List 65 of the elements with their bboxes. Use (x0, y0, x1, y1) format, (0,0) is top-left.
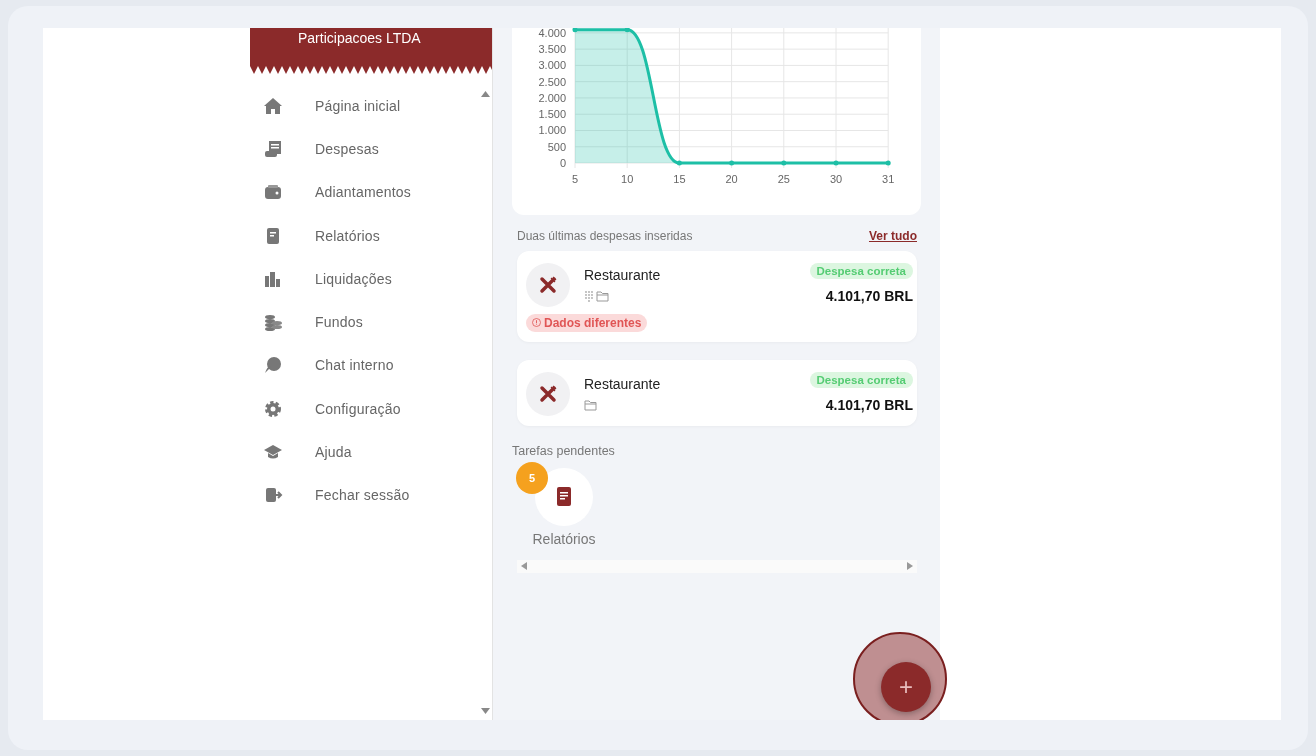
expense-name: Restaurante (584, 267, 662, 283)
view-all-link[interactable]: Ver tudo (869, 229, 917, 243)
y-axis-label: 3.500 (538, 43, 566, 56)
scroll-left-icon (521, 562, 527, 570)
y-axis-label: 1.500 (538, 108, 566, 121)
y-axis-label: 0 (559, 157, 566, 169)
x-axis-label: 25 (777, 173, 790, 185)
document-icon (557, 487, 571, 506)
data-point (781, 160, 787, 166)
nav-item[interactable]: Fechar sessão (250, 473, 492, 517)
x-axis-label: 5 (571, 173, 579, 185)
folder-icon (596, 290, 609, 302)
x-axis-label: 15 (673, 173, 686, 185)
y-axis-label: 500 (547, 140, 566, 153)
chat-icon (263, 355, 283, 376)
warning-badge: Dados diferentes (526, 313, 648, 332)
expense-amount: 4.101,70 BRL (825, 396, 913, 413)
task-label: Relatórios (532, 530, 596, 547)
receipt-icon (263, 138, 283, 159)
nav-item[interactable]: Despesas (250, 127, 492, 171)
data-point (885, 160, 891, 166)
coins-icon (263, 312, 283, 333)
cutlery-icon (526, 371, 570, 416)
folder-icon (584, 398, 597, 411)
data-point (729, 160, 735, 166)
nav-item[interactable]: Liquidações (250, 257, 492, 301)
y-axis-label: 1.000 (538, 124, 566, 137)
y-axis-label: 4.000 (538, 28, 566, 39)
settings-icon (263, 398, 283, 419)
section-title: Duas últimas despesas inseridas (517, 229, 693, 243)
x-axis-label: 30 (829, 173, 843, 185)
scroll-down-icon (481, 708, 490, 714)
x-axis-label: 10 (621, 173, 634, 185)
add-button[interactable]: + (881, 662, 931, 712)
nav-item[interactable]: Chat interno (250, 343, 492, 388)
nav-item[interactable]: Fundos (250, 300, 492, 344)
status-badge: Despesa correta (809, 371, 913, 388)
expense-card[interactable]: Restaurante Despesa correta 4.101,70 BRL (517, 359, 917, 426)
home-icon (263, 95, 283, 116)
data-point (833, 160, 839, 166)
horizontal-scrollbar[interactable] (517, 559, 917, 573)
company-name: Participacoes LTDA (298, 30, 421, 46)
scroll-up-icon (481, 91, 490, 97)
y-axis-label: 2.500 (538, 75, 566, 88)
expense-name: Restaurante (584, 375, 662, 392)
scroll-right-icon (907, 562, 913, 570)
count-badge: 5 (516, 461, 548, 494)
nav-item[interactable]: Adiantamentos (250, 170, 492, 214)
x-axis-label: 20 (725, 173, 738, 185)
data-point (624, 28, 630, 33)
section-title: Tarefas pendentes (512, 443, 616, 458)
status-badge: Despesa correta (809, 263, 913, 279)
cutlery-icon (526, 263, 570, 307)
nav-item[interactable]: Configuração (250, 387, 492, 431)
expense-card[interactable]: Restaurante Despesa correta 4.101,70 BRL Dados diferentes (517, 251, 917, 342)
x-axis-label: 31 (882, 173, 895, 185)
nav-item[interactable]: Relatórios (250, 213, 492, 258)
expense-amount: 4.101,70 BRL (825, 288, 913, 304)
data-point (676, 160, 682, 166)
nav-item[interactable]: Página inicial (250, 84, 492, 128)
info-icon (532, 318, 541, 327)
y-axis-label: 2.000 (538, 91, 566, 104)
nav-item[interactable]: Ajuda (250, 430, 492, 474)
data-point (572, 28, 578, 33)
y-axis-label: 3.000 (538, 59, 566, 72)
